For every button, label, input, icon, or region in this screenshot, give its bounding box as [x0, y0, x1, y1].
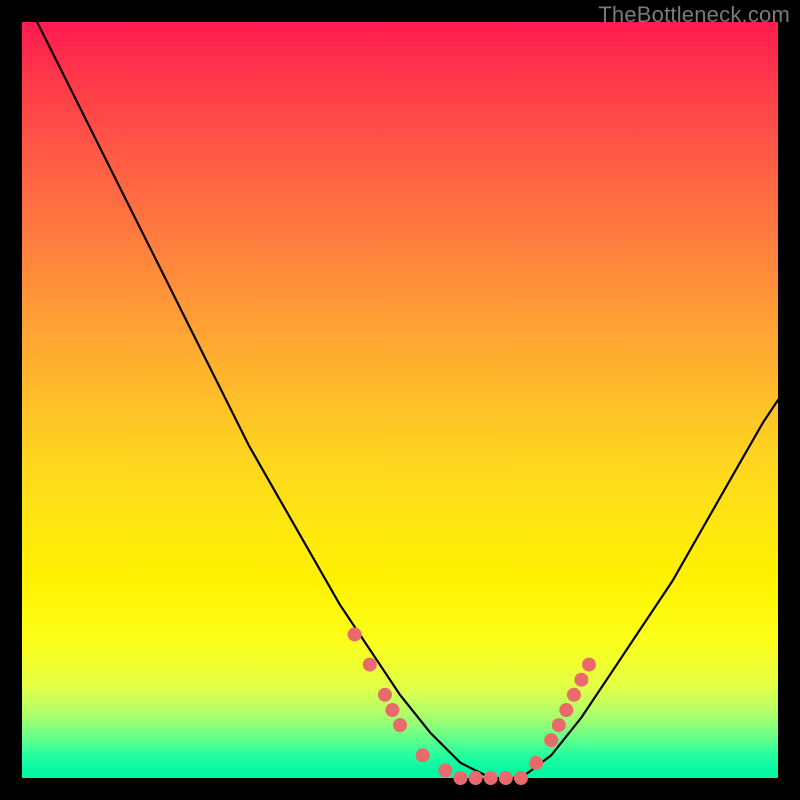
sample-point [499, 771, 513, 785]
curve-layer [22, 22, 778, 778]
sample-point [385, 703, 399, 717]
sample-point [582, 658, 596, 672]
sample-point [567, 688, 581, 702]
sample-point [544, 733, 558, 747]
sample-point [484, 771, 498, 785]
sample-point [514, 771, 528, 785]
sample-point [393, 718, 407, 732]
sample-markers [348, 627, 596, 785]
sample-point [348, 627, 362, 641]
plot-area [22, 22, 778, 778]
chart-frame: TheBottleneck.com [0, 0, 800, 800]
sample-point [438, 763, 452, 777]
sample-point [574, 673, 588, 687]
sample-point [416, 748, 430, 762]
watermark-text: TheBottleneck.com [598, 2, 790, 28]
bottleneck-curve [37, 22, 778, 778]
sample-point [378, 688, 392, 702]
sample-point [529, 756, 543, 770]
sample-point [469, 771, 483, 785]
sample-point [363, 658, 377, 672]
sample-point [559, 703, 573, 717]
sample-point [454, 771, 468, 785]
sample-point [552, 718, 566, 732]
